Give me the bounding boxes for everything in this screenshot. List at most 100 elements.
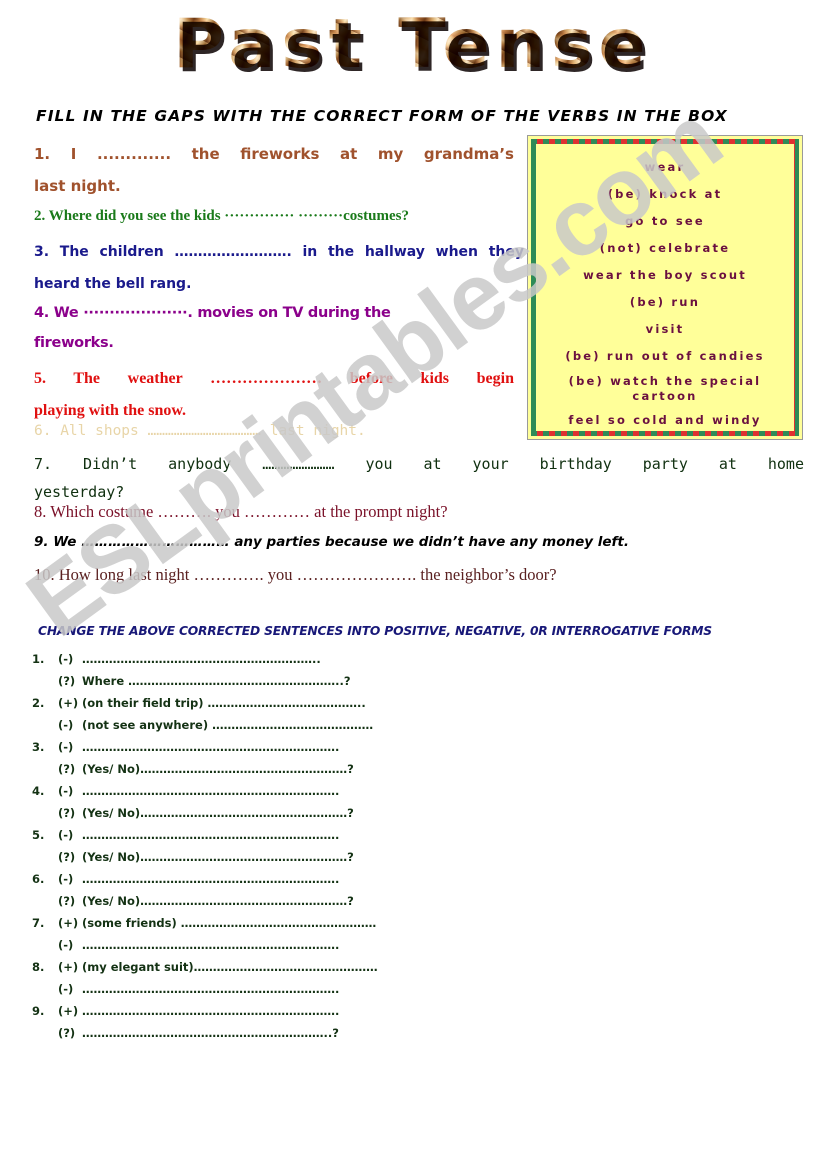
answer-line[interactable]: (Yes/ No)………………………………………………?: [82, 850, 502, 864]
gapfill-item-2: 2. Where did you see the kids ··········…: [34, 205, 514, 227]
item-text: Where did you see the kids ·············…: [48, 208, 409, 224]
item-number: 7.: [32, 916, 45, 930]
form-mark: (?): [58, 894, 76, 908]
gapfill-item-3: 3. The children ……………………. in the hallway…: [34, 236, 524, 300]
verb-box-inner: wear (be) knock at go to see (not) celeb…: [531, 139, 799, 436]
transform-row: (?) (Yes/ No)………………………………………………?: [32, 850, 502, 872]
item-number: 3.: [34, 244, 50, 260]
item-text: We …………………………… any parties because we di…: [53, 534, 629, 550]
gapfill-item-6: 6. All shops ………………………………… last night.: [34, 420, 464, 442]
item-number: 6.: [34, 423, 52, 439]
transform-exercise-list: 1. (-) …………………………………………………….. (?) Where …: [32, 652, 502, 1048]
answer-line[interactable]: ………………………………………………………….: [82, 784, 502, 798]
item-text: The children ……………………. in the hallway wh…: [59, 244, 524, 260]
answer-line[interactable]: ……………………………………………………..: [82, 652, 502, 666]
form-mark: (?): [58, 762, 76, 776]
answer-line[interactable]: (Yes/ No)………………………………………………?: [82, 806, 502, 820]
answer-line[interactable]: ………………………………………………………….: [82, 828, 502, 842]
transform-row: 9. (+) ………………………………………………………….: [32, 1004, 502, 1026]
form-mark: (-): [58, 872, 74, 886]
transform-item: 8. (+) (my elegant suit)……………………………………………: [32, 960, 502, 1004]
verb-item: (not) celebrate: [599, 241, 731, 255]
form-mark: (+): [58, 960, 79, 974]
verb-item: (be) run: [629, 295, 701, 309]
verb-item: visit: [645, 322, 685, 336]
item-text: The weather ………………… before kids begin: [73, 370, 514, 387]
item-text-line2: last night.: [34, 177, 121, 195]
answer-line[interactable]: (Yes/ No)………………………………………………?: [82, 762, 502, 776]
answer-line[interactable]: (my elegant suit)…………………………………………: [82, 960, 502, 974]
verb-item: (be) watch the special cartoon: [568, 374, 762, 403]
form-mark: (+): [58, 916, 79, 930]
gapfill-item-7: 7. Didn’t anybody …………………… you at your b…: [34, 450, 804, 506]
gapfill-item-5: 5. The weather ………………… before kids begin…: [34, 363, 514, 427]
form-mark: (-): [58, 982, 74, 996]
gapfill-item-8: 8. Which costume ………. you ………… at the pr…: [34, 500, 534, 524]
item-number: 5.: [32, 828, 45, 842]
item-number: 1.: [34, 145, 51, 163]
answer-line[interactable]: ………………………………………………………….: [82, 1004, 502, 1018]
transform-row: 6. (-) ………………………………………………………….: [32, 872, 502, 894]
item-text: All shops ………………………………… last night.: [60, 423, 366, 439]
item-number: 6.: [32, 872, 45, 886]
answer-line[interactable]: (on their field trip) …………………………………..: [82, 696, 502, 710]
item-number: 5.: [34, 370, 46, 387]
item-number: 10.: [34, 565, 55, 584]
item-number: 8.: [32, 960, 45, 974]
answer-line[interactable]: (some friends) ……………………………………………: [82, 916, 502, 930]
answer-line[interactable]: ………………………………………………………….: [82, 938, 502, 952]
verb-item: (be) knock at: [607, 187, 723, 201]
verb-box: wear (be) knock at go to see (not) celeb…: [527, 135, 803, 440]
transform-item: 5. (-) …………………………………………………………. (?) (Yes/…: [32, 828, 502, 872]
transform-item: 3. (-) …………………………………………………………. (?) (Yes/…: [32, 740, 502, 784]
form-mark: (-): [58, 784, 74, 798]
worksheet-page: Past Tense FILL IN THE GAPS WITH THE COR…: [0, 0, 826, 1169]
item-number: 7.: [34, 455, 53, 473]
transform-row: 8. (+) (my elegant suit)…………………………………………: [32, 960, 502, 982]
answer-line[interactable]: ………………………………………………………….: [82, 872, 502, 886]
item-text-line2: yesterday?: [34, 483, 125, 501]
form-mark: (?): [58, 850, 76, 864]
verb-item: go to see: [625, 214, 705, 228]
form-mark: (+): [58, 1004, 79, 1018]
transform-row: (-) (not see anywhere) ……………………………………: [32, 718, 502, 740]
answer-line[interactable]: (not see anywhere) ……………………………………: [82, 718, 502, 732]
verb-item: wear the boy scout: [583, 268, 747, 282]
item-number: 1.: [32, 652, 45, 666]
answer-line[interactable]: ………………………………………………………..?: [82, 1026, 502, 1040]
item-text: We ····················. movies on TV du…: [53, 305, 391, 321]
fill-gaps-instruction: FILL IN THE GAPS WITH THE CORRECT FORM O…: [36, 107, 728, 125]
item-number: 8.: [34, 502, 47, 521]
item-number: 9.: [34, 534, 49, 550]
answer-line[interactable]: ………………………………………………………….: [82, 740, 502, 754]
form-mark: (?): [58, 674, 76, 688]
transform-row: 5. (-) ………………………………………………………….: [32, 828, 502, 850]
title-container: Past Tense: [0, 8, 826, 82]
item-number: 9.: [32, 1004, 45, 1018]
transform-item: 2. (+) (on their field trip) ………………………………: [32, 696, 502, 740]
answer-line[interactable]: (Yes/ No)………………………………………………?: [82, 894, 502, 908]
item-number: 2.: [32, 696, 45, 710]
item-text-line2: fireworks.: [34, 335, 114, 351]
form-mark: (-): [58, 718, 74, 732]
transform-row: (?) ………………………………………………………..?: [32, 1026, 502, 1048]
transform-row: 2. (+) (on their field trip) ………………………………: [32, 696, 502, 718]
transform-row: (?) (Yes/ No)………………………………………………?: [32, 762, 502, 784]
transform-row: (?) (Yes/ No)………………………………………………?: [32, 894, 502, 916]
answer-line[interactable]: ………………………………………………………….: [82, 982, 502, 996]
transform-row: (-) ………………………………………………………….: [32, 938, 502, 960]
item-number: 4.: [34, 305, 49, 321]
answer-line[interactable]: Where ………………………………………………..?: [82, 674, 502, 688]
gapfill-item-1: 1. I ............. the fireworks at my g…: [34, 138, 514, 202]
transform-item: 1. (-) …………………………………………………….. (?) Where …: [32, 652, 502, 696]
transform-item: 6. (-) …………………………………………………………. (?) (Yes/…: [32, 872, 502, 916]
form-mark: (-): [58, 938, 74, 952]
item-text-line2: heard the bell rang.: [34, 276, 192, 292]
form-mark: (-): [58, 740, 74, 754]
transform-item: 4. (-) …………………………………………………………. (?) (Yes/…: [32, 784, 502, 828]
transform-row: 3. (-) ………………………………………………………….: [32, 740, 502, 762]
transform-row: 1. (-) ……………………………………………………..: [32, 652, 502, 674]
verb-item: wear: [644, 160, 686, 174]
page-title: Past Tense: [173, 5, 653, 84]
transform-item: 7. (+) (some friends) …………………………………………… …: [32, 916, 502, 960]
